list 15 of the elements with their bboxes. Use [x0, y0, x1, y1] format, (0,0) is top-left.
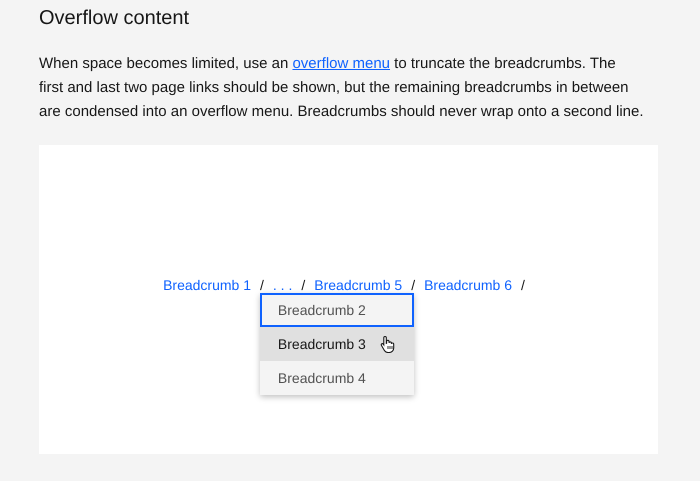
- breadcrumb-link[interactable]: Breadcrumb 5: [314, 276, 402, 294]
- menu-item[interactable]: Breadcrumb 2: [260, 293, 414, 327]
- breadcrumb-link[interactable]: Breadcrumb 6: [424, 276, 512, 294]
- description-paragraph: When space becomes limited, use an overflow menu to truncate the breadcrumbs. The first and last two page links should be shown, but the remaining breadcrumbs in between are condensed into an overflow menu. Breadcrumbs should never wrap onto a second line.: [39, 54, 644, 122]
- separator: /: [260, 276, 264, 294]
- overflow-menu-link[interactable]: overflow menu: [292, 55, 390, 72]
- breadcrumb-link[interactable]: Breadcrumb 1: [163, 276, 252, 294]
- separator: /: [301, 276, 306, 294]
- separator: /: [521, 276, 525, 294]
- section-heading: Overflow content: [39, 6, 190, 31]
- menu-item[interactable]: Breadcrumb 4: [260, 361, 414, 395]
- menu-item[interactable]: Breadcrumb 3: [260, 327, 414, 361]
- hand-cursor-icon: [380, 335, 396, 353]
- overflow-button[interactable]: . . .: [272, 277, 292, 293]
- separator: /: [411, 276, 416, 294]
